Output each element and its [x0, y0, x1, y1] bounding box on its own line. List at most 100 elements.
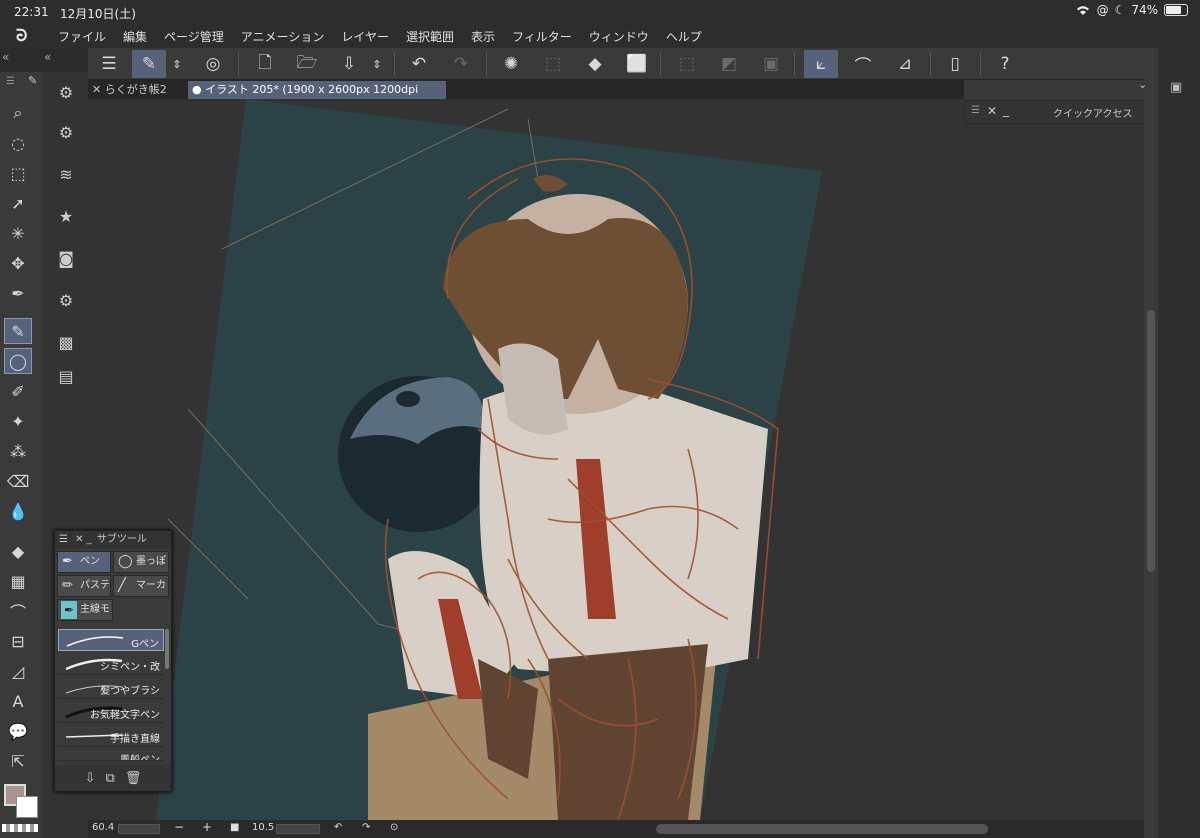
transparent-swatch[interactable]	[2, 824, 38, 832]
tab-rakugaki[interactable]: ✕ らくがき帳2	[88, 81, 186, 99]
magic-wand-icon[interactable]: ✳	[4, 220, 32, 246]
zoom-in-button[interactable]: +	[202, 820, 212, 834]
menu-selection[interactable]: 選択範囲	[406, 28, 454, 45]
subtool-cat-ink[interactable]: ◯ 墨っぽ	[113, 551, 169, 573]
sub-view-icon[interactable]: ⚙	[54, 288, 78, 312]
menu-help[interactable]: ヘルプ	[666, 28, 702, 45]
brush-moji-pen[interactable]: お気軽文字ペン	[58, 701, 164, 723]
airbrush-icon[interactable]: ⁂	[4, 438, 32, 464]
companion-icon[interactable]: ▯	[938, 50, 972, 78]
ruler-tool-icon[interactable]: ◿	[4, 658, 32, 684]
trash-icon[interactable]: 🗑	[125, 771, 142, 786]
eraser-icon[interactable]: ⌫	[4, 468, 32, 494]
decoration-icon[interactable]: ✦	[4, 408, 32, 434]
rotation-value[interactable]: 10.5	[252, 822, 274, 833]
new-file-icon[interactable]: 🗋	[248, 50, 282, 78]
frame-icon[interactable]: ⊟	[4, 628, 32, 654]
layers-icon[interactable]: ≋	[54, 162, 78, 186]
navigator-icon[interactable]: ◙	[54, 246, 78, 270]
text-icon[interactable]: A	[4, 688, 32, 714]
menu-file[interactable]: ファイル	[58, 28, 106, 45]
tool-property-icon[interactable]: ⚙	[54, 80, 78, 104]
clear-selection-icon[interactable]: ⬚	[536, 50, 570, 78]
menu-layer[interactable]: レイヤー	[341, 28, 389, 45]
updown2-icon[interactable]: ⇕	[368, 50, 386, 78]
menu-edit[interactable]: 編集	[123, 28, 147, 45]
undo-icon[interactable]: ↶	[402, 50, 436, 78]
layer-property-icon[interactable]: ⚙	[54, 120, 78, 144]
menu-window[interactable]: ウィンドウ	[589, 28, 649, 45]
color-set-icon[interactable]: ▩	[54, 330, 78, 354]
correct-line-icon[interactable]: ⇱	[4, 748, 32, 774]
open-folder-icon[interactable]: 🗁	[290, 50, 324, 78]
zoom-out-button[interactable]: −	[174, 820, 184, 834]
gradient-icon[interactable]: ▦	[4, 568, 32, 594]
menu-page[interactable]: ページ管理	[164, 28, 224, 45]
duplicate-icon[interactable]: ⧉	[106, 771, 115, 786]
subtool-cat-pastel[interactable]: ✏ パステ	[57, 575, 111, 597]
import-icon[interactable]: ⇩	[85, 771, 96, 786]
menu-view[interactable]: 表示	[471, 28, 495, 45]
subtool-handle-icon[interactable]: ☰	[59, 534, 68, 545]
sub-color-swatch[interactable]	[16, 796, 38, 818]
blend-icon[interactable]: 💧	[4, 498, 32, 524]
clip-studio-logo-icon[interactable]: ᘒ	[16, 26, 36, 46]
transform-icon[interactable]: ⬜	[620, 50, 654, 78]
panel-handle-icon[interactable]: ☰	[971, 105, 980, 116]
rotate-left-icon[interactable]: ↶	[334, 822, 342, 833]
collapse-left2-icon[interactable]: «	[44, 50, 51, 64]
lasso-icon[interactable]: ◌	[4, 130, 32, 156]
panel-toggle-icon[interactable]: ▣	[1170, 80, 1182, 95]
reset-rotation-icon[interactable]: ⊙	[390, 822, 398, 833]
fill-tool-icon[interactable]: ◆	[4, 538, 32, 564]
brush-hand-line[interactable]: 手描き直線	[58, 725, 164, 747]
updown-icon[interactable]: ⇕	[168, 50, 186, 78]
selection-icon[interactable]: ⬚	[4, 160, 32, 186]
curve-icon[interactable]: ⌒	[4, 598, 32, 624]
vertical-scrollbar[interactable]	[1147, 310, 1155, 572]
subtool-minimize-icon[interactable]: _	[87, 534, 92, 545]
edit-canvas-icon[interactable]: ✎	[132, 50, 166, 78]
tab-close-icon[interactable]: ✕	[92, 83, 101, 96]
collapse-left-icon[interactable]: «	[2, 50, 9, 64]
zoom-slider[interactable]	[118, 824, 160, 834]
artwork-canvas[interactable]	[88, 99, 1144, 820]
move-icon[interactable]: ✥	[4, 250, 32, 276]
canvas-area[interactable]	[88, 99, 1144, 820]
brush-shimi-pen[interactable]: シミペン・改	[58, 653, 164, 675]
rotation-slider[interactable]	[276, 824, 320, 834]
ruler-snap-icon[interactable]: ⟀	[804, 50, 838, 78]
subtool-cat-mainline[interactable]: ✒ 主線モ	[57, 599, 113, 621]
brush-balloon-pen[interactable]: 風船ペン	[58, 749, 164, 761]
subtool-close-icon[interactable]: ✕	[75, 534, 83, 545]
crop-icon[interactable]: ▣	[754, 50, 788, 78]
fit-icon[interactable]: ■	[230, 822, 239, 833]
brush-icon[interactable]: ✐	[4, 378, 32, 404]
zoom-icon[interactable]: ⌕	[4, 100, 32, 126]
brush-snap-icon[interactable]: ⌒	[846, 50, 880, 78]
tab-illust[interactable]: ● イラスト 205* (1900 x 2600px 1200dpi 60.4%…	[188, 81, 446, 114]
deselect-icon[interactable]: ⬚	[670, 50, 704, 78]
redo-icon[interactable]: ↷	[444, 50, 478, 78]
brush-g-pen[interactable]: Gペン	[58, 629, 164, 651]
subtool-cat-marker[interactable]: ╱ マーカ	[113, 575, 169, 597]
horizontal-scrollbar[interactable]	[656, 824, 988, 834]
ruler-icon[interactable]: ⊿	[888, 50, 922, 78]
brush-hair-gloss[interactable]: 髪つやブラシ	[58, 677, 164, 699]
pencil-tool-icon[interactable]: ◯	[4, 348, 32, 374]
menu-icon[interactable]: ☰	[92, 50, 126, 78]
balloon-icon[interactable]: 💬	[4, 718, 32, 744]
pen-tool-icon[interactable]: ✎	[4, 318, 32, 344]
loading-icon[interactable]: ✺	[494, 50, 528, 78]
chevron-down-icon[interactable]: ⌄	[1138, 78, 1147, 91]
help-icon[interactable]: ?	[988, 50, 1022, 78]
timeline-icon[interactable]: ▤	[54, 364, 78, 388]
menu-animation[interactable]: アニメーション	[241, 28, 325, 45]
invert-selection-icon[interactable]: ◩	[712, 50, 746, 78]
rotate-right-icon[interactable]: ↷	[362, 822, 370, 833]
fill-icon[interactable]: ◆	[578, 50, 612, 78]
quick-minimize-icon[interactable]: _	[1003, 103, 1009, 117]
palette-handle-icon[interactable]: ☰	[6, 76, 15, 87]
zoom-value[interactable]: 60.4	[92, 822, 114, 833]
spiral-icon[interactable]: ◎	[196, 50, 230, 78]
